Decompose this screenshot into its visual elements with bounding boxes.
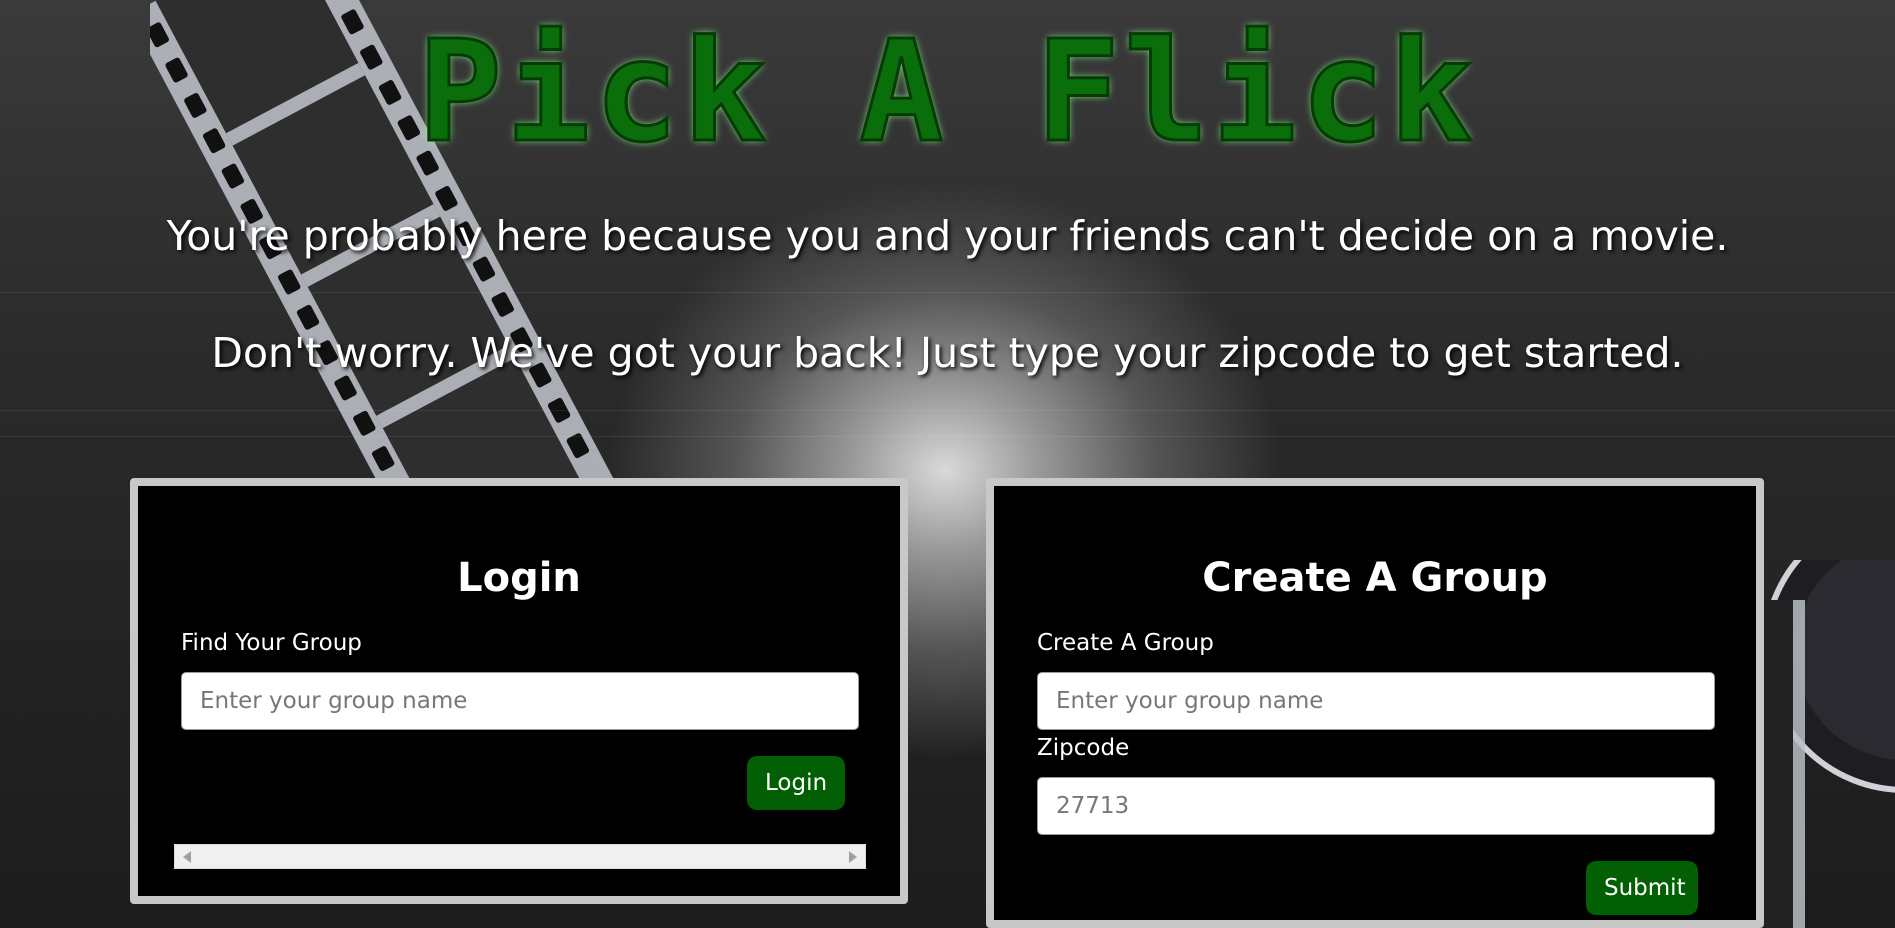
scroll-left-icon[interactable] — [183, 851, 191, 863]
horizontal-scrollbar[interactable] — [174, 844, 866, 869]
login-card: Login Find Your Group Login — [130, 478, 908, 904]
create-group-label: Create A Group — [1037, 630, 1214, 656]
create-group-heading: Create A Group — [1202, 555, 1548, 601]
login-heading: Login — [457, 555, 581, 601]
tagline-intro: You're probably here because you and you… — [166, 212, 1729, 260]
login-button[interactable]: Login — [747, 756, 846, 810]
zipcode-input[interactable] — [1037, 777, 1715, 835]
login-group-input[interactable] — [181, 672, 859, 730]
site-title: Pick A Flick — [416, 11, 1478, 174]
background-line — [0, 292, 1895, 293]
submit-button[interactable]: Submit — [1586, 861, 1698, 915]
scroll-right-icon[interactable] — [849, 851, 857, 863]
create-group-input[interactable] — [1037, 672, 1715, 730]
tagline-instructions: Don't worry. We've got your back! Just t… — [211, 329, 1684, 377]
create-group-card: Create A Group Create A Group Zipcode Su… — [986, 478, 1764, 928]
background-line — [0, 410, 1895, 411]
find-group-label: Find Your Group — [181, 630, 362, 656]
background-line — [0, 436, 1895, 437]
zipcode-label: Zipcode — [1037, 735, 1130, 761]
